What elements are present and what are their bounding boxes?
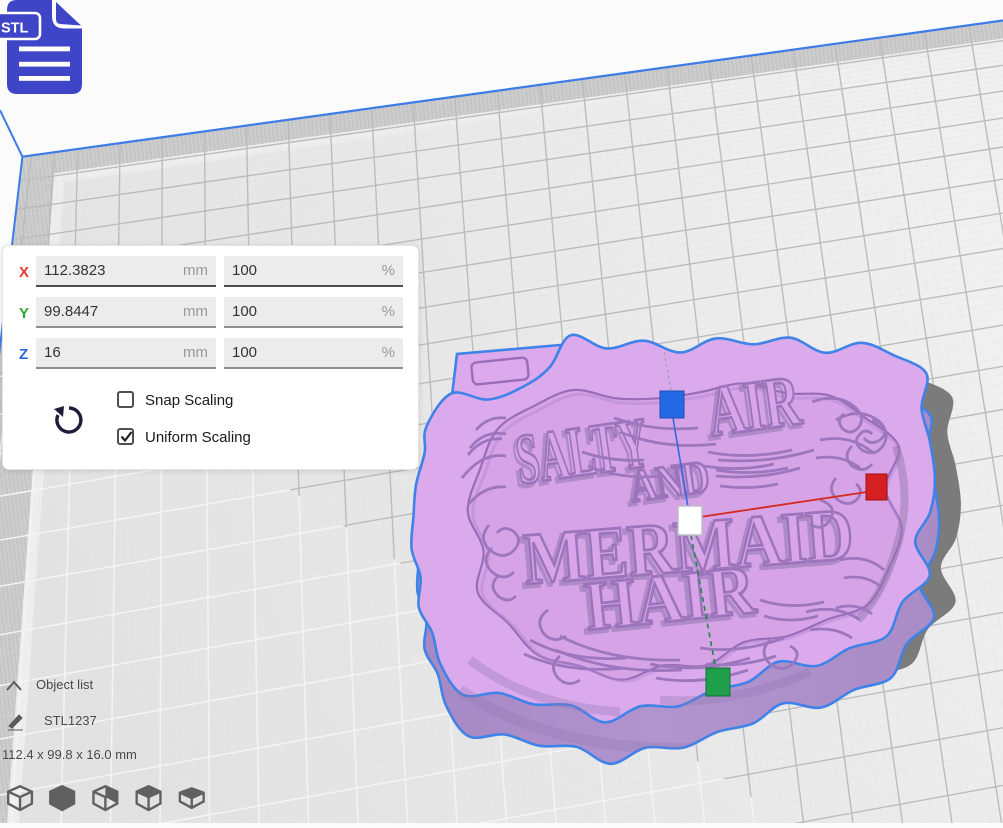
svg-text:STL: STL: [1, 21, 29, 37]
svg-text:AIR: AIR: [703, 360, 806, 452]
